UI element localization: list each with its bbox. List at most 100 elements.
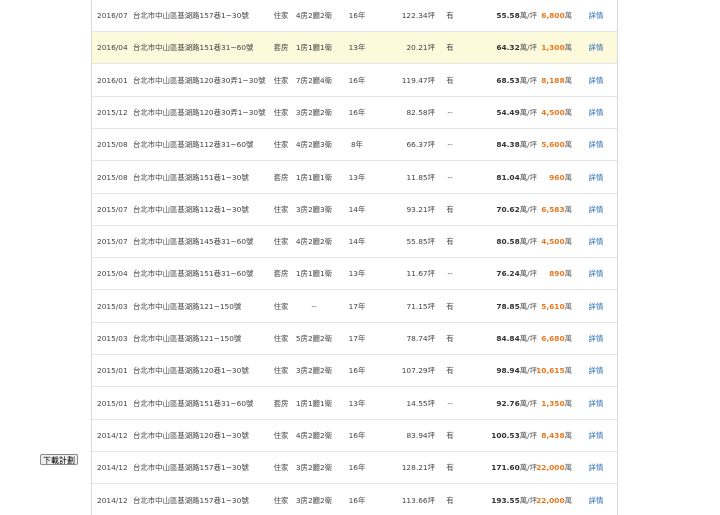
detail-link[interactable]: 詳情 — [585, 0, 607, 31]
parking-cell: -- — [447, 172, 453, 182]
total-price-cell: 960萬 — [512, 162, 572, 193]
address-cell: 台北市中山區基湖路157巷1~30號 — [133, 11, 249, 20]
type-cell: 住家 — [273, 495, 289, 505]
area-cell: 83.94坪 — [406, 430, 435, 440]
address-cell: 台北市中山區基湖路121~150號 — [133, 334, 242, 343]
detail-link[interactable]: 詳情 — [585, 129, 607, 160]
total-price-cell: 4,500萬 — [512, 97, 572, 128]
total-price-cell: 6,800萬 — [512, 0, 572, 31]
layout-cell: -- — [311, 301, 317, 311]
table-row: 2014/12 台北市中山區基湖路157巷1~30號 住家 3房2廳2衛 16年 113.… — [92, 485, 617, 515]
type-cell: 住家 — [273, 237, 289, 247]
date-cell: 2015/12 — [97, 107, 128, 117]
layout-cell: 4房2廳2衛 — [295, 237, 333, 247]
address-cell: 台北市中山區基湖路112巷31~60號 — [133, 140, 254, 150]
detail-link[interactable]: 詳情 — [585, 485, 607, 515]
layout-cell: 1房1廳1衛 — [295, 43, 333, 53]
age-cell: 16年 — [348, 463, 366, 473]
parking-cell: 有 — [446, 495, 454, 505]
parking-cell: 有 — [446, 463, 454, 473]
area-cell: 11.67坪 — [406, 269, 435, 279]
table-row: 2015/04 台北市中山區基湖路151巷31~60號 套房 1房1廳1衛 13年 11.… — [92, 258, 617, 291]
area-cell: 93.21坪 — [406, 204, 435, 214]
date-cell: 2016/01 — [97, 75, 128, 85]
type-cell: 套房 — [273, 269, 289, 279]
total-price-value: 1,350 — [541, 398, 565, 408]
total-price-value: 5,610 — [541, 301, 565, 311]
detail-link[interactable]: 詳情 — [585, 194, 607, 225]
type-cell: 住家 — [273, 301, 289, 311]
table-row: 2015/12 台北市中山區基湖路120巷30弄1~30號 住家 3房2廳2衛 16年 8… — [92, 97, 617, 129]
detail-link[interactable]: 詳情 — [585, 388, 607, 419]
layout-cell: 1房1廳1衛 — [295, 269, 333, 279]
area-cell: 122.34坪 — [401, 11, 435, 20]
age-cell: 16年 — [348, 430, 366, 440]
age-cell: 8年 — [350, 140, 364, 150]
detail-link[interactable]: 詳情 — [585, 162, 607, 193]
age-cell: 17年 — [348, 334, 366, 343]
total-price-cell: 6,680萬 — [512, 323, 572, 354]
detail-link[interactable]: 詳情 — [585, 32, 607, 63]
date-cell: 2015/03 — [97, 334, 128, 343]
area-cell: 78.74坪 — [406, 334, 435, 343]
detail-link[interactable]: 詳情 — [585, 226, 607, 257]
detail-link[interactable]: 詳情 — [585, 323, 607, 354]
table-row: 2016/07 台北市中山區基湖路157巷1~30號 住家 4房2廳2衛 16年 122.… — [92, 0, 617, 32]
total-price-value: 4,500 — [541, 237, 565, 247]
total-price-value: 8,438 — [541, 430, 565, 440]
detail-link[interactable]: 詳情 — [585, 452, 607, 483]
total-price-value: 5,600 — [541, 140, 565, 150]
parking-cell: 有 — [446, 204, 454, 214]
total-price-value: 890 — [549, 269, 565, 279]
detail-link[interactable]: 詳情 — [585, 258, 607, 289]
table-row: 2014/12 台北市中山區基湖路120巷1~30號 住家 4房2廳2衛 16年 83.9… — [92, 420, 617, 452]
date-cell: 2015/03 — [97, 301, 128, 311]
table-row: 2015/07 台北市中山區基湖路145巷31~60號 住家 4房2廳2衛 14年 55.… — [92, 226, 617, 259]
date-cell: 2016/04 — [97, 43, 128, 53]
address-cell: 台北市中山區基湖路121~150號 — [133, 301, 242, 311]
download-plan-button[interactable]: 下載計劃 — [40, 454, 78, 465]
total-price-unit: 萬 — [564, 301, 572, 311]
total-price-cell: 8,188萬 — [512, 65, 572, 96]
total-price-cell: 8,438萬 — [512, 420, 572, 451]
total-price-value: 1,300 — [541, 43, 565, 53]
transaction-table: 2016/07 台北市中山區基湖路157巷1~30號 住家 4房2廳2衛 16年 122.… — [91, 0, 618, 515]
age-cell: 13年 — [348, 269, 366, 279]
area-cell: 107.29坪 — [401, 366, 435, 376]
total-price-unit: 萬 — [564, 463, 572, 473]
age-cell: 13年 — [348, 172, 366, 182]
detail-link[interactable]: 詳情 — [585, 97, 607, 128]
total-price-unit: 萬 — [564, 366, 572, 376]
area-cell: 113.66坪 — [401, 495, 435, 505]
parking-cell: 有 — [446, 75, 454, 85]
detail-link[interactable]: 詳情 — [585, 420, 607, 451]
type-cell: 套房 — [273, 43, 289, 53]
detail-link[interactable]: 詳情 — [585, 291, 607, 322]
type-cell: 住家 — [273, 107, 289, 117]
age-cell: 16年 — [348, 11, 366, 20]
transactions-page: 下載計劃 2016/07 台北市中山區基湖路157巷1~30號 住家 4房2廳2衛 16… — [0, 0, 720, 515]
table-row: 2015/07 台北市中山區基湖路112巷1~30號 住家 3房2廳3衛 14年 93.2… — [92, 194, 617, 226]
area-cell: 128.21坪 — [401, 463, 435, 473]
age-cell: 14年 — [348, 237, 366, 247]
total-price-cell: 10,615萬 — [512, 355, 572, 386]
area-cell: 14.55坪 — [406, 398, 435, 408]
total-price-unit: 萬 — [564, 43, 572, 53]
total-price-unit: 萬 — [564, 398, 572, 408]
address-cell: 台北市中山區基湖路112巷1~30號 — [133, 204, 249, 214]
address-cell: 台北市中山區基湖路157巷1~30號 — [133, 463, 249, 473]
table-row: 2014/12 台北市中山區基湖路157巷1~30號 住家 3房2廳2衛 16年 128.… — [92, 452, 617, 485]
layout-cell: 3房2廳2衛 — [295, 366, 333, 376]
date-cell: 2015/07 — [97, 204, 128, 214]
parking-cell: -- — [447, 398, 453, 408]
age-cell: 17年 — [348, 301, 366, 311]
layout-cell: 4房2廳2衛 — [295, 430, 333, 440]
type-cell: 住家 — [273, 334, 289, 343]
area-cell: 82.58坪 — [406, 107, 435, 117]
area-cell: 71.15坪 — [406, 301, 435, 311]
detail-link[interactable]: 詳情 — [585, 355, 607, 386]
detail-link[interactable]: 詳情 — [585, 65, 607, 96]
parking-cell: 有 — [446, 43, 454, 53]
total-price-cell: 6,583萬 — [512, 194, 572, 225]
total-price-cell: 890萬 — [512, 258, 572, 289]
